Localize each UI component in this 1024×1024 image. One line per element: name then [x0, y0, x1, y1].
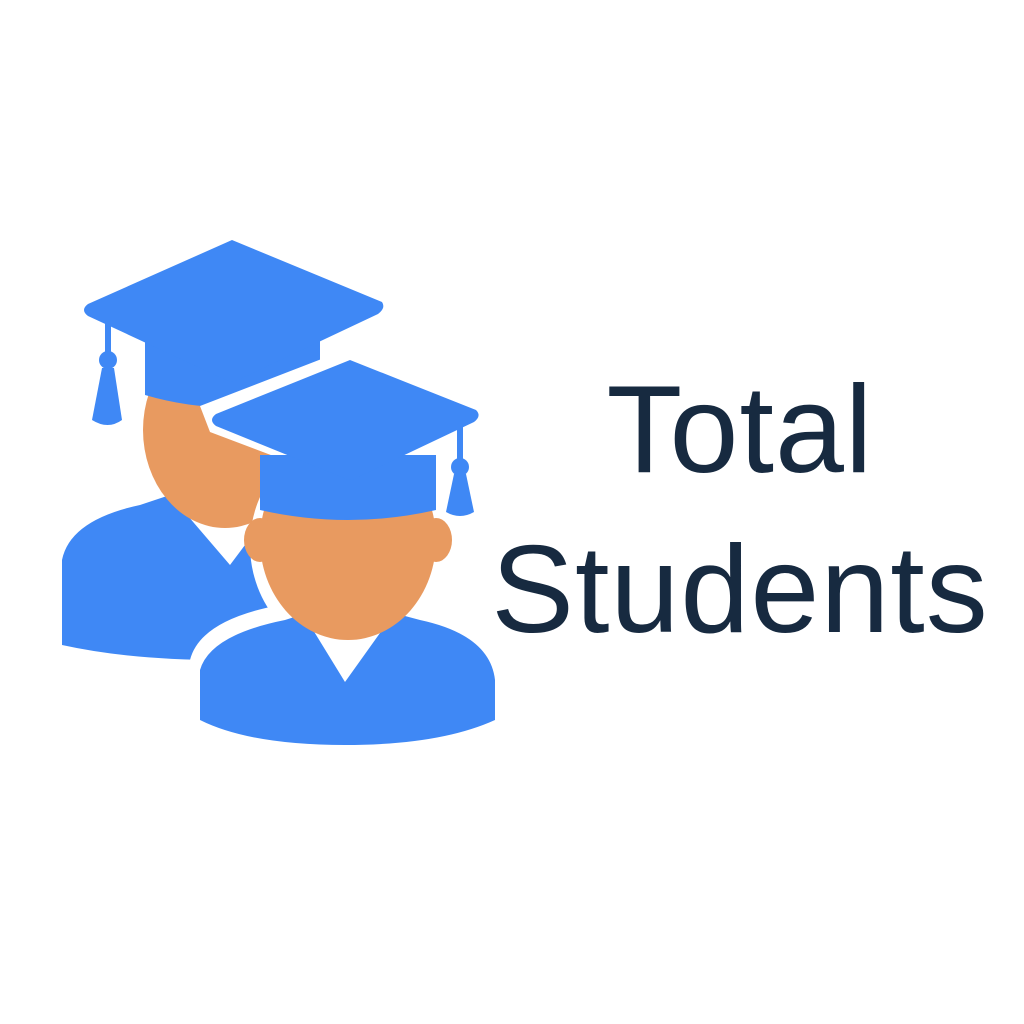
card: Total Students — [0, 0, 1024, 1024]
title-line-total: Total — [606, 361, 874, 499]
graduate-students-icon — [40, 220, 520, 780]
title-line-students: Students — [491, 521, 989, 659]
page-title: Total Students — [470, 350, 1010, 670]
